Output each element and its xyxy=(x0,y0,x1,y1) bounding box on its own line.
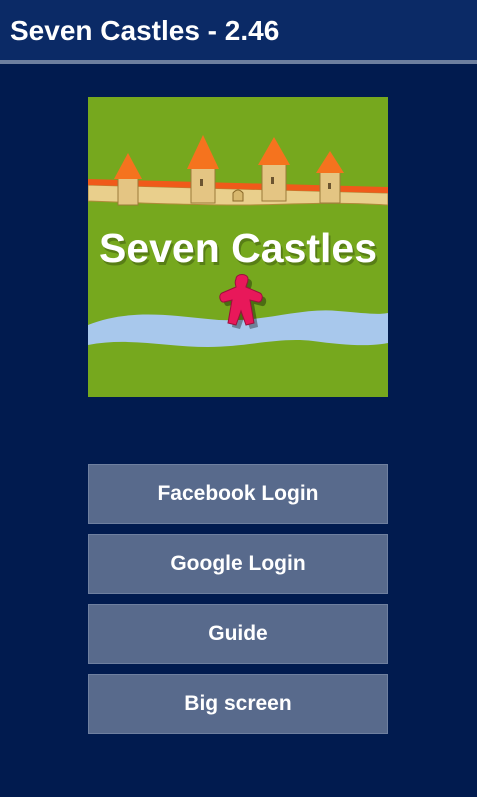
facebook-login-button[interactable]: Facebook Login xyxy=(88,464,388,524)
game-logo: Seven Castles Seven Castles xyxy=(88,97,388,397)
title-bar: Seven Castles - 2.46 xyxy=(0,0,477,60)
app-root: Seven Castles - 2.46 Seven Castles Seven… xyxy=(0,0,477,797)
guide-button[interactable]: Guide xyxy=(88,604,388,664)
app-title: Seven Castles - 2.46 xyxy=(10,15,280,46)
logo-gate xyxy=(232,189,244,202)
logo-text: Seven Castles xyxy=(99,225,377,271)
logo-artwork: Seven Castles Seven Castles xyxy=(88,97,388,397)
main-menu: Facebook Login Google Login Guide Big sc… xyxy=(88,464,388,744)
big-screen-button[interactable]: Big screen xyxy=(88,674,388,734)
google-login-button[interactable]: Google Login xyxy=(88,534,388,594)
title-bar-divider xyxy=(0,60,477,64)
